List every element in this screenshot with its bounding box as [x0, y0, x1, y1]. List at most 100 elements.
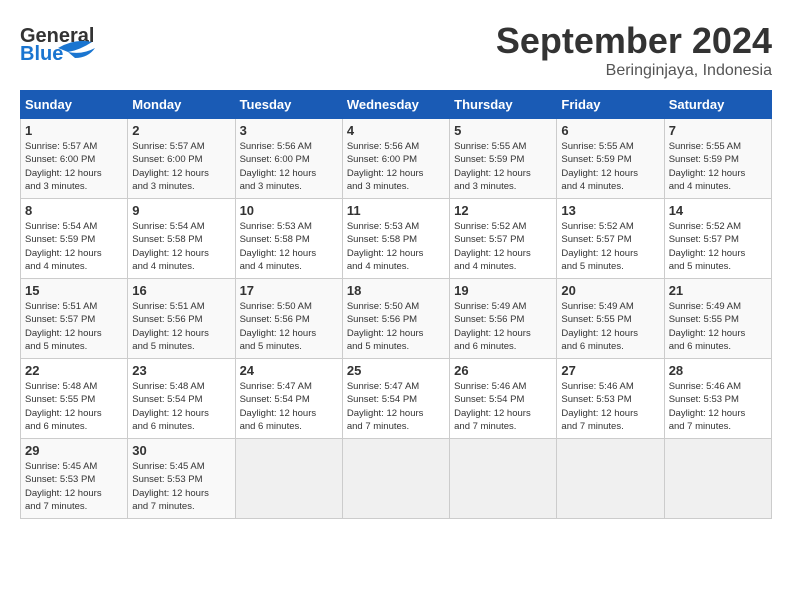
day-info: Sunrise: 5:55 AM Sunset: 5:59 PM Dayligh…	[669, 140, 767, 193]
day-number: 23	[132, 363, 230, 378]
day-number: 24	[240, 363, 338, 378]
day-number: 17	[240, 283, 338, 298]
title-section: September 2024 Beringinjaya, Indonesia	[496, 20, 772, 80]
day-number: 29	[25, 443, 123, 458]
day-info: Sunrise: 5:56 AM Sunset: 6:00 PM Dayligh…	[240, 140, 338, 193]
calendar-cell: 16 Sunrise: 5:51 AM Sunset: 5:56 PM Dayli…	[128, 279, 235, 359]
day-number: 18	[347, 283, 445, 298]
day-info: Sunrise: 5:45 AM Sunset: 5:53 PM Dayligh…	[25, 460, 123, 513]
day-info: Sunrise: 5:45 AM Sunset: 5:53 PM Dayligh…	[132, 460, 230, 513]
logo: General Blue	[20, 20, 110, 65]
day-number: 7	[669, 123, 767, 138]
day-info: Sunrise: 5:52 AM Sunset: 5:57 PM Dayligh…	[669, 220, 767, 273]
day-info: Sunrise: 5:52 AM Sunset: 5:57 PM Dayligh…	[454, 220, 552, 273]
week-row-2: 8 Sunrise: 5:54 AM Sunset: 5:59 PM Daylig…	[21, 199, 772, 279]
calendar-table: SundayMondayTuesdayWednesdayThursdayFrid…	[20, 90, 772, 519]
day-number: 28	[669, 363, 767, 378]
day-number: 6	[561, 123, 659, 138]
day-number: 27	[561, 363, 659, 378]
location-title: Beringinjaya, Indonesia	[496, 62, 772, 80]
calendar-cell: 27 Sunrise: 5:46 AM Sunset: 5:53 PM Dayli…	[557, 359, 664, 439]
day-number: 19	[454, 283, 552, 298]
calendar-cell: 19 Sunrise: 5:49 AM Sunset: 5:56 PM Dayli…	[450, 279, 557, 359]
calendar-cell	[235, 439, 342, 519]
day-number: 2	[132, 123, 230, 138]
header-cell-sunday: Sunday	[21, 91, 128, 119]
day-number: 8	[25, 203, 123, 218]
calendar-cell	[557, 439, 664, 519]
calendar-cell: 3 Sunrise: 5:56 AM Sunset: 6:00 PM Daylig…	[235, 119, 342, 199]
day-info: Sunrise: 5:49 AM Sunset: 5:55 PM Dayligh…	[561, 300, 659, 353]
day-number: 16	[132, 283, 230, 298]
day-info: Sunrise: 5:53 AM Sunset: 5:58 PM Dayligh…	[347, 220, 445, 273]
day-info: Sunrise: 5:54 AM Sunset: 5:59 PM Dayligh…	[25, 220, 123, 273]
calendar-cell: 23 Sunrise: 5:48 AM Sunset: 5:54 PM Dayli…	[128, 359, 235, 439]
week-row-1: 1 Sunrise: 5:57 AM Sunset: 6:00 PM Daylig…	[21, 119, 772, 199]
day-info: Sunrise: 5:47 AM Sunset: 5:54 PM Dayligh…	[240, 380, 338, 433]
day-info: Sunrise: 5:52 AM Sunset: 5:57 PM Dayligh…	[561, 220, 659, 273]
day-info: Sunrise: 5:53 AM Sunset: 5:58 PM Dayligh…	[240, 220, 338, 273]
day-info: Sunrise: 5:46 AM Sunset: 5:53 PM Dayligh…	[669, 380, 767, 433]
week-row-3: 15 Sunrise: 5:51 AM Sunset: 5:57 PM Dayli…	[21, 279, 772, 359]
logo-svg: General Blue	[20, 20, 110, 65]
calendar-cell: 21Sunrise: 5:49 AM Sunset: 5:55 PM Dayli…	[664, 279, 771, 359]
day-info: Sunrise: 5:48 AM Sunset: 5:54 PM Dayligh…	[132, 380, 230, 433]
calendar-cell: 22 Sunrise: 5:48 AM Sunset: 5:55 PM Dayli…	[21, 359, 128, 439]
svg-text:Blue: Blue	[20, 43, 63, 65]
calendar-cell: 28 Sunrise: 5:46 AM Sunset: 5:53 PM Dayli…	[664, 359, 771, 439]
calendar-cell	[342, 439, 449, 519]
day-number: 30	[132, 443, 230, 458]
day-number: 5	[454, 123, 552, 138]
day-info: Sunrise: 5:46 AM Sunset: 5:54 PM Dayligh…	[454, 380, 552, 433]
calendar-cell: 30 Sunrise: 5:45 AM Sunset: 5:53 PM Dayli…	[128, 439, 235, 519]
day-info: Sunrise: 5:50 AM Sunset: 5:56 PM Dayligh…	[347, 300, 445, 353]
day-number: 11	[347, 203, 445, 218]
day-info: Sunrise: 5:55 AM Sunset: 5:59 PM Dayligh…	[454, 140, 552, 193]
day-number: 26	[454, 363, 552, 378]
day-info: Sunrise: 5:49 AM Sunset: 5:56 PM Dayligh…	[454, 300, 552, 353]
header-cell-wednesday: Wednesday	[342, 91, 449, 119]
calendar-cell: 25 Sunrise: 5:47 AM Sunset: 5:54 PM Dayli…	[342, 359, 449, 439]
day-number: 15	[25, 283, 123, 298]
header-cell-thursday: Thursday	[450, 91, 557, 119]
header-row: SundayMondayTuesdayWednesdayThursdayFrid…	[21, 91, 772, 119]
day-info: Sunrise: 5:57 AM Sunset: 6:00 PM Dayligh…	[132, 140, 230, 193]
day-number: 22	[25, 363, 123, 378]
calendar-cell: 18 Sunrise: 5:50 AM Sunset: 5:56 PM Dayli…	[342, 279, 449, 359]
calendar-cell: 15 Sunrise: 5:51 AM Sunset: 5:57 PM Dayli…	[21, 279, 128, 359]
day-number: 25	[347, 363, 445, 378]
calendar-cell: 1 Sunrise: 5:57 AM Sunset: 6:00 PM Daylig…	[21, 119, 128, 199]
day-info: Sunrise: 5:54 AM Sunset: 5:58 PM Dayligh…	[132, 220, 230, 273]
day-number: 10	[240, 203, 338, 218]
calendar-cell: 17 Sunrise: 5:50 AM Sunset: 5:56 PM Dayli…	[235, 279, 342, 359]
calendar-cell: 14Sunrise: 5:52 AM Sunset: 5:57 PM Dayli…	[664, 199, 771, 279]
calendar-cell: 20Sunrise: 5:49 AM Sunset: 5:55 PM Dayli…	[557, 279, 664, 359]
calendar-cell: 4 Sunrise: 5:56 AM Sunset: 6:00 PM Daylig…	[342, 119, 449, 199]
day-info: Sunrise: 5:50 AM Sunset: 5:56 PM Dayligh…	[240, 300, 338, 353]
calendar-cell: 13Sunrise: 5:52 AM Sunset: 5:57 PM Dayli…	[557, 199, 664, 279]
calendar-cell	[450, 439, 557, 519]
calendar-cell: 26 Sunrise: 5:46 AM Sunset: 5:54 PM Dayli…	[450, 359, 557, 439]
day-number: 12	[454, 203, 552, 218]
day-info: Sunrise: 5:47 AM Sunset: 5:54 PM Dayligh…	[347, 380, 445, 433]
day-info: Sunrise: 5:46 AM Sunset: 5:53 PM Dayligh…	[561, 380, 659, 433]
day-info: Sunrise: 5:48 AM Sunset: 5:55 PM Dayligh…	[25, 380, 123, 433]
calendar-cell: 2 Sunrise: 5:57 AM Sunset: 6:00 PM Daylig…	[128, 119, 235, 199]
month-title: September 2024	[496, 20, 772, 62]
day-number: 3	[240, 123, 338, 138]
calendar-cell: 9Sunrise: 5:54 AM Sunset: 5:58 PM Daylig…	[128, 199, 235, 279]
calendar-cell: 8 Sunrise: 5:54 AM Sunset: 5:59 PM Daylig…	[21, 199, 128, 279]
week-row-5: 29 Sunrise: 5:45 AM Sunset: 5:53 PM Dayli…	[21, 439, 772, 519]
day-info: Sunrise: 5:56 AM Sunset: 6:00 PM Dayligh…	[347, 140, 445, 193]
day-info: Sunrise: 5:51 AM Sunset: 5:57 PM Dayligh…	[25, 300, 123, 353]
day-info: Sunrise: 5:55 AM Sunset: 5:59 PM Dayligh…	[561, 140, 659, 193]
calendar-cell: 5 Sunrise: 5:55 AM Sunset: 5:59 PM Daylig…	[450, 119, 557, 199]
calendar-cell	[664, 439, 771, 519]
day-number: 1	[25, 123, 123, 138]
header-cell-saturday: Saturday	[664, 91, 771, 119]
calendar-cell: 12 Sunrise: 5:52 AM Sunset: 5:57 PM Dayli…	[450, 199, 557, 279]
day-number: 4	[347, 123, 445, 138]
calendar-cell: 11 Sunrise: 5:53 AM Sunset: 5:58 PM Dayli…	[342, 199, 449, 279]
day-info: Sunrise: 5:51 AM Sunset: 5:56 PM Dayligh…	[132, 300, 230, 353]
day-info: Sunrise: 5:57 AM Sunset: 6:00 PM Dayligh…	[25, 140, 123, 193]
